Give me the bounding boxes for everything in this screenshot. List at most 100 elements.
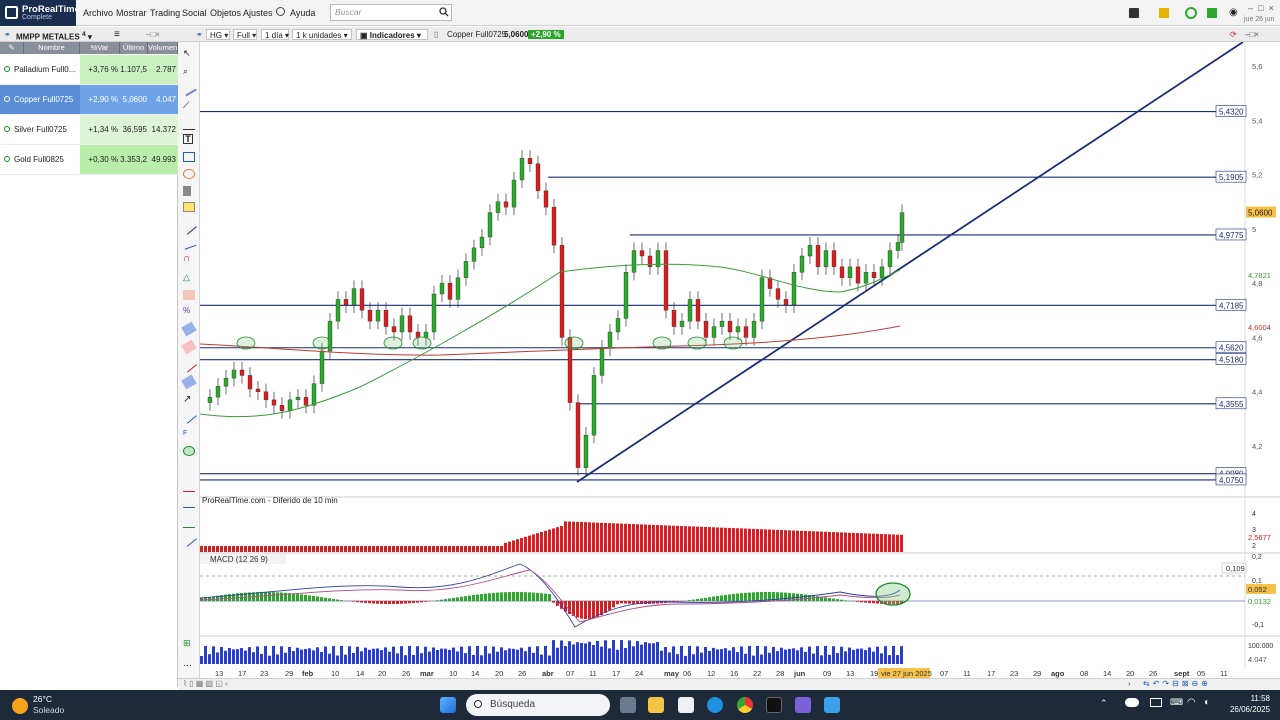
eraser-tool-icon[interactable] [183, 290, 195, 300]
menu-ayuda[interactable]: Ayuda [290, 8, 315, 18]
display-icon[interactable] [1150, 698, 1162, 707]
support-ellipse[interactable] [236, 336, 256, 350]
blue-trend-tool-icon[interactable] [181, 531, 197, 547]
menu-social[interactable]: Social [182, 8, 207, 18]
sync-icon[interactable]: ⟳ [1230, 29, 1237, 40]
chart-horizontal-scrollbar[interactable] [178, 678, 1280, 690]
cursor-tool-icon[interactable]: ↖ [183, 48, 195, 58]
panel-window-controls[interactable]: –□× [146, 29, 160, 40]
red-hline-tool-icon[interactable] [183, 482, 195, 492]
list-selector[interactable]: MMPP METALES 4 ▾ [16, 29, 110, 42]
channel-tool-icon[interactable] [181, 321, 197, 337]
menu-archivo[interactable]: Archivo [83, 8, 113, 18]
search-icon[interactable] [439, 7, 449, 17]
projection-tool-icon[interactable]: F [183, 430, 195, 440]
windows-start-icon[interactable] [440, 697, 456, 713]
highlight-tool-icon[interactable] [183, 446, 195, 456]
range-selector[interactable]: Full ▾ [233, 29, 257, 40]
macd-bar [708, 597, 711, 601]
measure-tool-icon[interactable]: ⟋ [183, 100, 195, 110]
window-controls[interactable]: –□× [1248, 3, 1279, 13]
menu-trading[interactable]: Trading [150, 8, 180, 18]
ray-tool-icon[interactable] [181, 236, 197, 250]
trash-tool-icon[interactable] [183, 186, 191, 196]
menu-objetos[interactable]: Objetos [210, 8, 241, 18]
save-icon[interactable] [1129, 8, 1139, 18]
taskbar-date[interactable]: 26/06/2025 [1218, 705, 1270, 714]
support-ellipse[interactable] [312, 336, 332, 350]
watchlist-row-selected[interactable]: Copper Full0725 +2,90 % 5,0600 4.047 [0, 85, 178, 115]
link-icon[interactable]: ⚭ [4, 29, 11, 40]
green-hline-tool-icon[interactable] [183, 518, 195, 528]
ellipse-tool-icon[interactable] [183, 169, 195, 179]
app-icon[interactable] [795, 697, 811, 713]
menu-icon[interactable]: ≡ [114, 29, 120, 40]
wl-header-name[interactable]: Nombre [24, 42, 80, 54]
search-input[interactable]: Buscar [330, 4, 452, 21]
hline-tool-icon[interactable] [183, 120, 195, 130]
support-ellipse[interactable] [383, 336, 403, 350]
tray-chevron-icon[interactable]: ⌃ [1100, 698, 1108, 709]
link-icon-chart[interactable]: ⚭ [196, 29, 203, 40]
user-icon[interactable]: ◉ [1229, 7, 1238, 18]
support-ellipse[interactable] [652, 336, 672, 350]
magnet-tool-icon[interactable]: ∩ [183, 254, 195, 264]
wifi-icon[interactable]: ◠ [1187, 697, 1196, 708]
taskbar-time[interactable]: 11:58 [1228, 694, 1270, 703]
macd-highlight-ellipse[interactable] [875, 582, 911, 606]
parallel-tool-icon[interactable] [181, 374, 197, 390]
zoom-controls[interactable]: ⇆↶↷⊟⊠⊖⊕ [1143, 679, 1211, 688]
store-icon[interactable] [678, 697, 694, 713]
cloud-icon[interactable] [1125, 698, 1139, 707]
scroll-right-button[interactable]: › [1128, 679, 1131, 688]
pencil-tool-icon[interactable] [181, 339, 197, 355]
refresh-icon[interactable] [1185, 7, 1197, 19]
wl-header-vol[interactable]: Volumen [148, 42, 178, 54]
support-ellipse[interactable] [564, 336, 584, 350]
weather-desc[interactable]: Soleado [33, 705, 64, 715]
support-ellipse[interactable] [412, 336, 432, 350]
mail-icon[interactable] [824, 697, 840, 713]
taskbar-search[interactable]: Búsqueda [466, 694, 610, 716]
price-chart[interactable]: 5,6 5,4 5,2 5 4,8 4,6 4,4 4,2 5,4320 5,1905 4,9775… [200, 42, 1280, 678]
symbol-field[interactable]: HG ▾ [206, 29, 230, 40]
support-ellipse[interactable] [687, 336, 707, 350]
indicator-add-icon[interactable]: ⊞ [183, 638, 195, 648]
period-selector[interactable]: 1 día ▾ [261, 29, 289, 40]
blue-hline-tool-icon[interactable] [183, 498, 195, 508]
chart-window-controls[interactable]: –□× [1245, 29, 1259, 40]
indicators-button[interactable]: ▣ Indicadores ▾ [356, 29, 428, 40]
file-explorer-icon[interactable] [648, 697, 664, 713]
watchlist-row[interactable]: Palladium Full0... +3,76 % 1.107,5 2.787 [0, 55, 178, 85]
menu-mostrar[interactable]: Mostrar [116, 8, 147, 18]
watchlist-row[interactable]: Silver Full0725 +1,34 % 36,595 14.372 [0, 115, 178, 145]
rectangle-tool-icon[interactable] [183, 152, 195, 162]
trading-icon[interactable] [1207, 8, 1217, 18]
text-tool-icon[interactable]: T [183, 134, 193, 144]
fibonacci-tool-icon[interactable]: % [183, 306, 195, 316]
flag-icon[interactable] [1159, 8, 1169, 18]
language-icon[interactable]: ⌨ [1170, 697, 1183, 708]
arrow-tool-icon[interactable]: ↗ [183, 394, 195, 405]
menu-ajustes[interactable]: Ajustes [243, 8, 273, 18]
alert-tool-icon[interactable] [183, 202, 195, 212]
task-view-icon[interactable] [620, 697, 636, 713]
volume-icon[interactable]: ◖ [1203, 697, 1209, 708]
segment-tool-icon[interactable] [181, 408, 197, 424]
ruler-tool-icon[interactable] [181, 81, 197, 97]
wl-header-chg[interactable]: %Var [80, 42, 120, 54]
units-selector[interactable]: 1 k unidades ▾ [292, 29, 352, 40]
prorealtime-taskbar-icon[interactable] [766, 697, 782, 713]
wl-header-last[interactable]: Último [120, 42, 148, 54]
zoom-tool-icon[interactable]: ⌕ [183, 66, 195, 76]
support-ellipse[interactable] [723, 336, 743, 350]
trendline-tool-icon[interactable] [181, 219, 197, 235]
watchlist-row[interactable]: Gold Full0825 +0,30 % 3.353,2 49.993 [0, 145, 178, 175]
weather-temp[interactable]: 26°C [33, 694, 52, 704]
edge-icon[interactable] [707, 697, 723, 713]
scroll-left-controls[interactable]: ⌇ ▯ ▦ ▧ ◱ ‹ [183, 679, 228, 688]
triangle-tool-icon[interactable]: △ [183, 272, 195, 282]
chrome-icon[interactable] [737, 697, 753, 713]
red-line-tool-icon[interactable] [181, 357, 197, 373]
more-icon[interactable]: ⋯ [183, 660, 195, 670]
